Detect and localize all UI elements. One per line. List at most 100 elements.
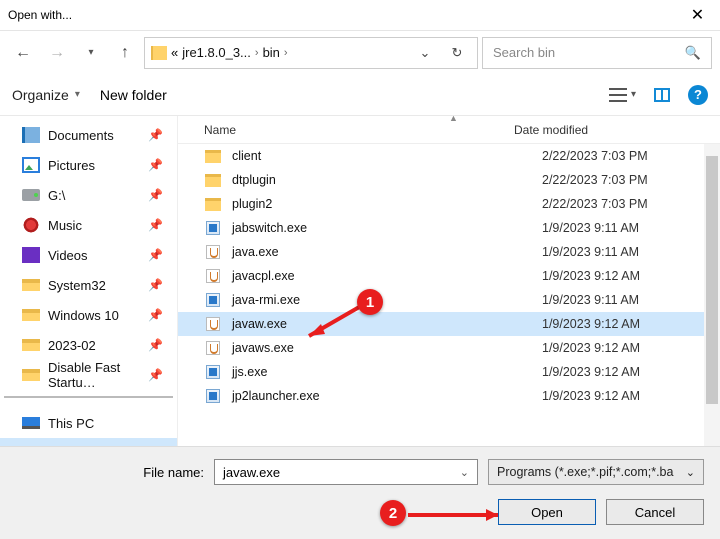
sidebar-item[interactable]: System32📌 (0, 270, 177, 300)
java-icon (204, 316, 222, 332)
sidebar-item[interactable]: G:\📌 (0, 180, 177, 210)
sidebar-item-label: 2023-02 (48, 338, 96, 353)
file-row[interactable]: jjs.exe1/9/2023 9:12 AM (178, 360, 720, 384)
help-button[interactable]: ? (688, 85, 708, 105)
file-row[interactable]: dtplugin2/22/2023 7:03 PM (178, 168, 720, 192)
up-button[interactable]: ↑ (110, 38, 140, 68)
column-name[interactable]: Name (204, 123, 514, 137)
pic-icon (22, 157, 40, 173)
sidebar-item[interactable]: Videos 📌 (0, 240, 177, 270)
window-title: Open with... (8, 8, 675, 22)
file-name: plugin2 (232, 197, 542, 211)
titlebar: Open with... ✕ (0, 0, 720, 30)
breadcrumb-1[interactable]: jre1.8.0_3... (182, 45, 251, 60)
sidebar: Documents📌Pictures📌G:\📌Music📌Videos📌Syst… (0, 116, 178, 446)
cancel-button[interactable]: Cancel (606, 499, 704, 525)
pin-icon: 📌 (148, 308, 163, 322)
file-name: jp2launcher.exe (232, 389, 542, 403)
sidebar-item-label: This PC (48, 416, 94, 431)
sidebar-item-thispc[interactable]: This PC (0, 408, 177, 438)
folder-icon (22, 339, 40, 351)
file-name: javacpl.exe (232, 269, 542, 283)
folder-icon (22, 279, 40, 291)
organize-menu[interactable]: Organize (12, 87, 69, 103)
breadcrumb-prefix: « (171, 45, 178, 60)
file-date: 1/9/2023 9:12 AM (542, 365, 720, 379)
java-icon (204, 244, 222, 260)
java-icon (204, 340, 222, 356)
new-folder-button[interactable]: New folder (100, 87, 167, 103)
sidebar-item[interactable]: Windows 10📌 (0, 300, 177, 330)
search-input[interactable]: Search bin 🔍 (482, 37, 712, 69)
pin-icon: 📌 (148, 248, 163, 262)
chevron-down-icon: ▾ (75, 89, 80, 100)
file-row[interactable]: plugin22/22/2023 7:03 PM (178, 192, 720, 216)
exe-icon (204, 292, 222, 308)
address-dropdown[interactable]: ⌄ (411, 45, 439, 61)
sidebar-item-label: Videos (48, 248, 88, 263)
breadcrumb-2[interactable]: bin (263, 45, 280, 60)
refresh-button[interactable]: ↻ (443, 45, 471, 61)
column-date[interactable]: Date modified (514, 123, 720, 137)
file-row[interactable]: client2/22/2023 7:03 PM (178, 144, 720, 168)
filename-value: javaw.exe (223, 465, 280, 480)
file-row[interactable]: jabswitch.exe1/9/2023 9:11 AM (178, 216, 720, 240)
nav-row: ← → ▾ ↑ « jre1.8.0_3... › bin › ⌄ ↻ Sear… (0, 30, 720, 74)
pin-icon: 📌 (148, 338, 163, 352)
sidebar-item[interactable]: Disable Fast Startu…📌 (0, 360, 177, 390)
file-name: javaws.exe (232, 341, 542, 355)
folder-icon (151, 46, 167, 60)
java-icon (204, 268, 222, 284)
video-icon (22, 247, 40, 263)
pc-icon (22, 417, 40, 429)
forward-button[interactable]: → (42, 38, 72, 68)
annotation-marker-2: 2 (380, 500, 406, 526)
file-row[interactable]: javaw.exe1/9/2023 9:12 AM (178, 312, 720, 336)
file-date: 1/9/2023 9:12 AM (542, 317, 720, 331)
sidebar-item[interactable]: Documents📌 (0, 120, 177, 150)
file-date: 2/22/2023 7:03 PM (542, 173, 720, 187)
filetype-select[interactable]: Programs (*.exe;*.pif;*.com;*.ba ⌄ (488, 459, 704, 485)
chevron-right-icon: › (284, 47, 288, 59)
sidebar-item-osdrive[interactable]: OS (C:) (0, 438, 177, 446)
sidebar-item-label: Pictures (48, 158, 95, 173)
close-button[interactable]: ✕ (675, 0, 720, 30)
file-row[interactable]: java-rmi.exe1/9/2023 9:11 AM (178, 288, 720, 312)
folder-icon (22, 309, 40, 321)
file-name: jabswitch.exe (232, 221, 542, 235)
file-rows: client2/22/2023 7:03 PMdtplugin2/22/2023… (178, 144, 720, 446)
file-row[interactable]: javacpl.exe1/9/2023 9:12 AM (178, 264, 720, 288)
exe-icon (204, 364, 222, 380)
preview-pane-button[interactable] (654, 88, 670, 102)
filename-input[interactable]: javaw.exe ⌄ (214, 459, 478, 485)
file-row[interactable]: jp2launcher.exe1/9/2023 9:12 AM (178, 384, 720, 408)
sort-indicator-icon: ▲ (449, 116, 458, 123)
file-name: jjs.exe (232, 365, 542, 379)
address-bar[interactable]: « jre1.8.0_3... › bin › ⌄ ↻ (144, 37, 478, 69)
back-button[interactable]: ← (8, 38, 38, 68)
sidebar-item[interactable]: Pictures📌 (0, 150, 177, 180)
file-date: 1/9/2023 9:11 AM (542, 221, 720, 235)
pin-icon: 📌 (148, 188, 163, 202)
file-date: 1/9/2023 9:12 AM (542, 269, 720, 283)
folder-icon (204, 196, 222, 212)
recent-dropdown[interactable]: ▾ (76, 38, 106, 68)
file-name: java.exe (232, 245, 542, 259)
search-icon: 🔍 (685, 45, 701, 61)
filetype-value: Programs (*.exe;*.pif;*.com;*.ba (497, 465, 673, 479)
dialog-body: Documents📌Pictures📌G:\📌Music📌Videos📌Syst… (0, 116, 720, 446)
exe-icon (204, 388, 222, 404)
sidebar-item-label: Music (48, 218, 82, 233)
sidebar-item[interactable]: 2023-02 📌 (0, 330, 177, 360)
file-row[interactable]: java.exe1/9/2023 9:11 AM (178, 240, 720, 264)
scrollbar[interactable] (704, 144, 720, 446)
sidebar-item-label: System32 (48, 278, 106, 293)
pin-icon: 📌 (148, 218, 163, 232)
view-menu[interactable]: ▾ (609, 88, 636, 102)
file-row[interactable]: javaws.exe1/9/2023 9:12 AM (178, 336, 720, 360)
chevron-down-icon: ▾ (631, 89, 636, 100)
doc-icon (22, 127, 40, 143)
filename-label: File name: (16, 465, 204, 480)
sidebar-item[interactable]: Music 📌 (0, 210, 177, 240)
file-date: 1/9/2023 9:12 AM (542, 389, 720, 403)
